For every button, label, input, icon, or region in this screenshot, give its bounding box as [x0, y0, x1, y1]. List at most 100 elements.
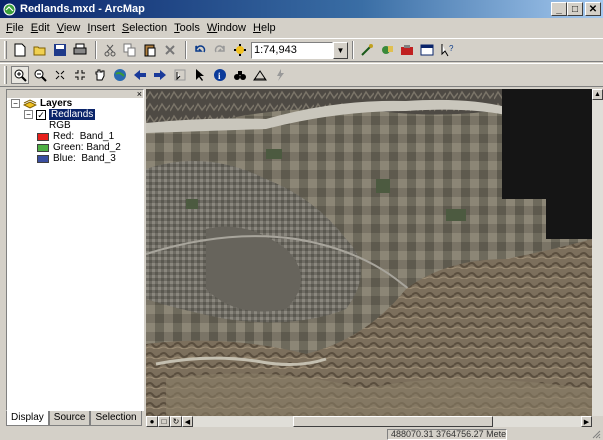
toolbar-separator [185, 41, 187, 59]
menu-view[interactable]: View [57, 22, 81, 34]
band-name: Band_2 [86, 142, 121, 153]
svg-text:?: ? [449, 44, 454, 53]
find-icon[interactable] [231, 66, 249, 84]
map-scale-input[interactable]: 1:74,943 [251, 41, 333, 59]
band-name: Band_3 [81, 153, 116, 164]
toolbar-separator [352, 41, 354, 59]
chevron-down-icon[interactable]: ▼ [333, 41, 348, 59]
layer-tree: − Layers − ✓ Redlands RGB Red: Band_1 Gr… [11, 98, 121, 164]
undo-icon[interactable] [191, 41, 209, 59]
arctoolbox-icon[interactable] [398, 41, 416, 59]
menu-edit[interactable]: Edit [31, 22, 50, 34]
toolbar-grip[interactable] [4, 41, 7, 59]
data-frame-label: Layers [40, 98, 73, 109]
menu-window[interactable]: Window [207, 22, 246, 34]
copy-icon[interactable] [121, 41, 139, 59]
arccatalog-icon[interactable] [378, 41, 396, 59]
resize-grip-icon[interactable] [591, 429, 601, 439]
toolbar-grip[interactable] [4, 66, 7, 84]
toc-header: × [7, 89, 143, 99]
collapse-icon[interactable]: − [11, 99, 20, 108]
blue-swatch [37, 154, 49, 163]
tab-display[interactable]: Display [6, 411, 49, 426]
vertical-scrollbar[interactable]: ▲ [592, 89, 603, 416]
open-folder-icon[interactable] [31, 41, 49, 59]
minimize-button[interactable]: _ [551, 2, 567, 16]
hyperlink-icon[interactable] [271, 66, 289, 84]
tools-toolbar: i [0, 63, 603, 87]
red-swatch [37, 132, 49, 141]
toc-tabs: Display Source Selection [6, 411, 142, 426]
menu-file[interactable]: File [6, 22, 24, 34]
maximize-button[interactable]: □ [567, 2, 583, 16]
select-features-icon[interactable] [171, 66, 189, 84]
horizontal-scrollbar[interactable]: ● □ ↻ ◀ ▶ [146, 416, 592, 427]
coordinate-readout: 488070.31 3764756.27 Meters [387, 429, 507, 440]
measure-icon[interactable] [251, 66, 269, 84]
menu-selection[interactable]: Selection [122, 22, 167, 34]
delete-icon[interactable] [161, 41, 179, 59]
title-bar: Redlands.mxd - ArcMap _ □ ✕ [0, 0, 603, 18]
tab-source[interactable]: Source [48, 411, 91, 426]
window-title: Redlands.mxd - ArcMap [20, 3, 145, 15]
fixed-zoom-in-icon[interactable] [51, 66, 69, 84]
band-channel-label: Blue: [53, 153, 76, 164]
scroll-thumb[interactable] [293, 416, 493, 427]
aerial-imagery [146, 89, 592, 416]
collapse-icon[interactable]: − [24, 110, 33, 119]
data-view-icon[interactable]: ● [146, 416, 158, 427]
band-name: Band_1 [79, 131, 115, 142]
pan-icon[interactable] [91, 66, 109, 84]
menu-insert[interactable]: Insert [87, 22, 115, 34]
band-channel-label: Red: [53, 131, 75, 142]
tree-row-layers[interactable]: − Layers [11, 98, 121, 109]
layer-name[interactable]: Redlands [49, 109, 96, 120]
table-of-contents: × − Layers − ✓ Redlands RGB Red: Band_1 … [6, 89, 144, 411]
forward-extent-icon[interactable] [151, 66, 169, 84]
scroll-right-icon[interactable]: ▶ [581, 416, 592, 427]
back-extent-icon[interactable] [131, 66, 149, 84]
standard-toolbar: 1:74,943 ▼ ? [0, 38, 603, 62]
close-icon[interactable]: × [137, 89, 142, 99]
legend-item-red: Red: Band_1 [11, 131, 121, 142]
menu-bar: File Edit View Insert Selection Tools Wi… [0, 19, 603, 37]
menu-help[interactable]: Help [253, 22, 276, 34]
scroll-left-icon[interactable]: ◀ [182, 416, 193, 427]
editor-toolbar-icon[interactable] [358, 41, 376, 59]
cut-icon[interactable] [101, 41, 119, 59]
zoom-out-icon[interactable] [31, 66, 49, 84]
print-icon[interactable] [71, 41, 89, 59]
save-icon[interactable] [51, 41, 69, 59]
map-display[interactable] [146, 89, 592, 416]
scroll-up-icon[interactable]: ▲ [592, 89, 603, 100]
menu-tools[interactable]: Tools [174, 22, 200, 34]
arcmap-app-icon [3, 3, 16, 15]
map-scale-combo[interactable]: 1:74,943 ▼ [251, 41, 348, 59]
green-swatch [37, 143, 49, 152]
fixed-zoom-out-icon[interactable] [71, 66, 89, 84]
paste-icon[interactable] [141, 41, 159, 59]
new-document-icon[interactable] [11, 41, 29, 59]
add-data-icon[interactable] [231, 41, 249, 59]
status-bar: 488070.31 3764756.27 Meters [0, 428, 603, 440]
toolbar-separator [95, 41, 97, 59]
layout-view-icon[interactable]: □ [158, 416, 170, 427]
layer-visibility-checkbox[interactable]: ✓ [36, 109, 46, 120]
whats-this-icon[interactable]: ? [438, 41, 456, 59]
zoom-in-icon[interactable] [11, 66, 29, 84]
full-extent-icon[interactable] [111, 66, 129, 84]
redo-icon[interactable] [211, 41, 229, 59]
legend-item-green: Green: Band_2 [11, 142, 121, 153]
refresh-icon[interactable]: ↻ [170, 416, 182, 427]
tab-selection[interactable]: Selection [90, 411, 142, 426]
layers-icon [23, 98, 37, 109]
close-button[interactable]: ✕ [585, 2, 601, 16]
render-type-label: RGB [49, 120, 71, 131]
select-elements-icon[interactable] [191, 66, 209, 84]
tree-row-redlands[interactable]: − ✓ Redlands [11, 109, 121, 120]
identify-icon[interactable]: i [211, 66, 229, 84]
band-channel-label: Green: [53, 142, 84, 153]
command-line-icon[interactable] [418, 41, 436, 59]
scroll-track[interactable] [193, 416, 581, 427]
tree-row-rgb: RGB [11, 120, 121, 131]
